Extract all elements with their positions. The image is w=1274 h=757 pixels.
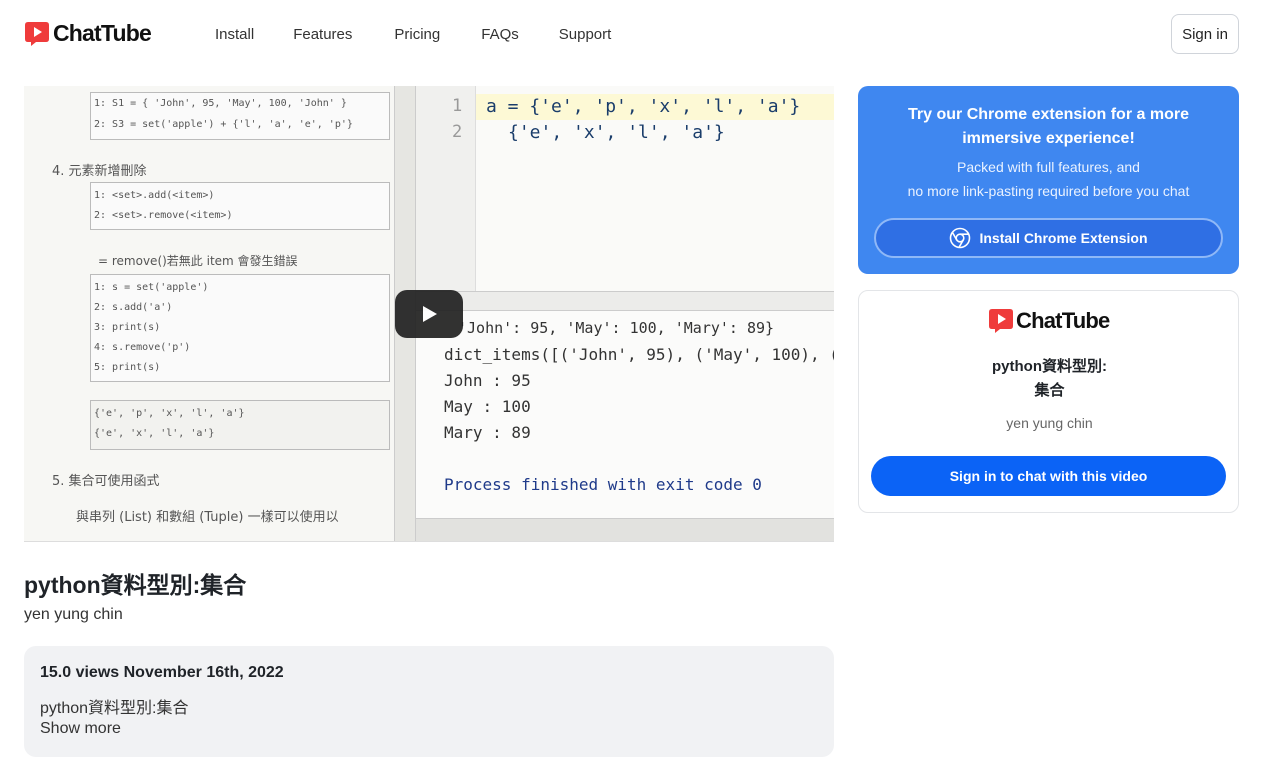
frame-text: 與串列 (List) 和數組 (Tuple) 一樣可以使用以 xyxy=(76,510,339,525)
brand-logo[interactable]: ChatTube xyxy=(24,20,152,47)
description-text: python資料型別:集合 xyxy=(40,700,189,717)
frame-text: 1: <set>.add(<item>) xyxy=(94,190,215,201)
show-more-button[interactable]: Show more xyxy=(40,720,121,738)
frame-text: 5. 集合可使用函式 xyxy=(52,474,160,489)
frame-text: 4: s.remove('p') xyxy=(94,342,191,353)
chat-bubble-play-icon xyxy=(24,21,50,47)
video-title: python資料型別:集合 xyxy=(24,572,247,598)
frame-status-bar xyxy=(416,518,834,541)
frame-editor: 1 2 a = {'e', 'p', 'x', 'l', 'a'} {'e', … xyxy=(416,86,834,291)
frame-text: {'e', 'x', 'l', 'a'} xyxy=(508,122,725,143)
promo-subtitle: Packed with full features, and no more l… xyxy=(878,155,1219,203)
card-video-title: python資料型別: 集合 xyxy=(879,355,1220,403)
sign-in-button[interactable]: Sign in xyxy=(1171,14,1239,54)
frame-text: 5: print(s) xyxy=(94,362,161,373)
play-button[interactable] xyxy=(395,290,463,338)
promo-subtitle-line: no more link-pasting required before you… xyxy=(907,183,1190,199)
install-extension-label: Install Chrome Extension xyxy=(979,230,1148,246)
header: ChatTube Install Features Pricing FAQs S… xyxy=(0,0,1274,70)
sign-in-to-chat-button[interactable]: Sign in to chat with this video xyxy=(871,456,1226,496)
frame-text: dict_items([('John', 95), ('May', 100), … xyxy=(444,345,834,364)
frame-text: John : 95 xyxy=(444,371,531,390)
frame-text: 2: S3 = set('apple') + {'l', 'a', 'e', '… xyxy=(94,119,353,130)
video-frame-notes: 1: S1 = { 'John', 95, 'May', 100, 'John'… xyxy=(24,86,394,541)
nav-features[interactable]: Features xyxy=(293,26,352,43)
frame-text: {'e', 'x', 'l', 'a'} xyxy=(94,428,215,439)
card-video-author: yen yung chin xyxy=(1006,415,1093,431)
frame-text: Process finished with exit code 0 xyxy=(444,475,762,494)
main-nav: Install Features Pricing FAQs Support xyxy=(215,26,611,43)
brand-name: ChatTube xyxy=(53,20,152,46)
promo-subtitle-line: Packed with full features, and xyxy=(957,159,1140,175)
line-number: 1 xyxy=(452,96,463,116)
video-player[interactable]: 1: S1 = { 'John', 95, 'May', 100, 'John'… xyxy=(24,86,834,542)
card-title-line: 集合 xyxy=(1034,382,1065,399)
frame-text: a = {'e', 'p', 'x', 'l', 'a'} xyxy=(486,96,801,117)
frame-text: Mary : 89 xyxy=(444,423,531,442)
extension-promo-card: Try our Chrome extension for a more imme… xyxy=(858,86,1239,274)
chrome-icon xyxy=(950,227,971,249)
nav-support[interactable]: Support xyxy=(559,26,612,43)
frame-toolbar xyxy=(416,291,834,311)
nav-pricing[interactable]: Pricing xyxy=(394,26,440,43)
video-meta: 15.0 views November 16th, 2022 xyxy=(40,664,284,681)
frame-text: {'e', 'p', 'x', 'l', 'a'} xyxy=(94,408,245,419)
frame-text: 2: <set>.remove(<item>) xyxy=(94,210,233,221)
frame-text: = remove()若無此 item 會發生錯誤 xyxy=(98,254,298,268)
description-box: 15.0 views November 16th, 2022 python資料型… xyxy=(24,646,834,757)
nav-faqs[interactable]: FAQs xyxy=(481,26,519,43)
frame-text: 1: s = set('apple') xyxy=(94,282,209,293)
chat-bubble-play-icon xyxy=(988,308,1014,334)
install-extension-button[interactable]: Install Chrome Extension xyxy=(874,218,1223,258)
frame-text: 2: s.add('a') xyxy=(94,302,173,313)
line-number: 2 xyxy=(452,122,463,142)
nav-install[interactable]: Install xyxy=(215,26,254,43)
editor-gutter: 1 2 xyxy=(416,86,476,291)
card-brand-name: ChatTube xyxy=(1016,308,1110,333)
promo-title: Try our Chrome extension for a more imme… xyxy=(908,106,1189,147)
card-title-line: python資料型別: xyxy=(992,358,1107,375)
frame-text: 'John': 95, 'May': 100, 'Mary': 89} xyxy=(458,319,775,337)
frame-text: May : 100 xyxy=(444,397,531,416)
frame-text: 1: S1 = { 'John', 95, 'May', 100, 'John'… xyxy=(94,98,347,109)
play-icon xyxy=(423,306,437,322)
card-brand-logo: ChatTube xyxy=(988,308,1110,334)
video-chat-card: ChatTube python資料型別: 集合 yen yung chin Si… xyxy=(858,290,1239,513)
frame-text: 4. 元素新增刪除 xyxy=(52,164,147,179)
frame-text: 3: print(s) xyxy=(94,322,161,333)
frame-console: 'John': 95, 'May': 100, 'Mary': 89} dict… xyxy=(416,311,834,526)
video-author[interactable]: yen yung chin xyxy=(24,606,123,624)
